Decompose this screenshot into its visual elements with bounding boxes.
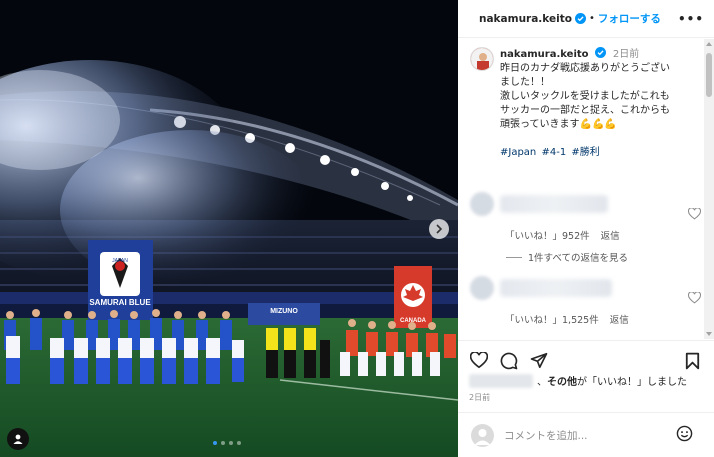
bookmark-icon[interactable] [685, 352, 700, 370]
user-tag-icon [13, 434, 23, 444]
post-timestamp[interactable]: 2日前 [469, 392, 490, 403]
carousel-indicator [213, 441, 241, 445]
likes-suffix: が「いいね！」しました [577, 377, 687, 388]
blurred-liker-name[interactable] [469, 373, 533, 388]
carousel-dot [221, 441, 225, 445]
view-replies-button[interactable]: 1件すべての返信を見る [506, 250, 628, 264]
add-comment-bar: コメントを追加... [458, 412, 714, 457]
comment-meta: 「いいね！」1,525件 返信 [505, 312, 637, 326]
post-header: nakamura.keito • フォローする ••• [458, 0, 714, 38]
commenter-avatar[interactable] [470, 276, 494, 300]
verified-badge-icon [574, 13, 586, 24]
like-comment-icon[interactable] [688, 292, 701, 304]
reply-button[interactable]: 返信 [610, 315, 629, 326]
more-options-button[interactable]: ••• [678, 12, 704, 26]
post-photo[interactable]: SAMURAI BLUE JAPAN CANADA MIZUNO [0, 0, 458, 457]
caption-text-line: 昨日のカナダ戦応援ありがとうござい [500, 63, 670, 74]
caption-time: 2日前 [612, 49, 640, 60]
commenter-avatar[interactable] [470, 192, 494, 216]
hashtag-link[interactable]: #勝利 [571, 147, 599, 158]
tagged-users-button[interactable] [7, 428, 29, 450]
blurred-comment-text [500, 279, 612, 297]
like-comment-icon[interactable] [688, 208, 701, 220]
scroll-up-arrow[interactable] [706, 42, 712, 46]
comment-icon[interactable] [500, 352, 518, 370]
caption-text-line: サッカーの一部だと捉え、これからも [500, 105, 670, 116]
avatar-photo-icon [471, 48, 493, 70]
like-icon[interactable] [470, 352, 488, 369]
comment-likes[interactable]: 「いいね！」1,525件 [505, 315, 599, 326]
header-separator: • [588, 13, 595, 24]
comment-likes[interactable]: 「いいね！」952件 [505, 231, 590, 242]
hashtag-link[interactable]: #4-1 [541, 147, 566, 158]
hashtag-list: #Japan #4-1 #勝利 [500, 146, 702, 160]
comment-input[interactable]: コメントを追加... [504, 428, 588, 443]
caption-text-line: 激しいタックルを受けましたがこれも [500, 91, 670, 102]
chevron-right-icon [436, 224, 443, 234]
my-avatar [471, 424, 494, 447]
header-username[interactable]: nakamura.keito [479, 13, 572, 25]
comments-scrollbar[interactable] [704, 39, 714, 339]
caption-text-line: 頑張っていきます💪💪💪 [500, 119, 617, 130]
svg-text:SAMURAI BLUE: SAMURAI BLUE [89, 298, 151, 307]
reply-button[interactable]: 返信 [601, 231, 620, 242]
caption-text-line: ました！！ [500, 77, 550, 88]
carousel-dot [237, 441, 241, 445]
comment-meta: 「いいね！」952件 返信 [505, 228, 628, 242]
default-avatar-icon [474, 429, 491, 445]
caption-username[interactable]: nakamura.keito [500, 49, 589, 60]
stadium-photo: SAMURAI BLUE JAPAN CANADA MIZUNO [0, 0, 458, 457]
carousel-dot [229, 441, 233, 445]
author-avatar[interactable] [470, 47, 494, 71]
follow-button[interactable]: フォローする [598, 11, 661, 26]
hashtag-link[interactable]: #Japan [500, 147, 536, 158]
next-image-button[interactable] [429, 219, 449, 239]
share-icon[interactable] [530, 352, 548, 369]
likes-others-link[interactable]: その他 [547, 373, 577, 388]
scroll-thumb[interactable] [706, 53, 712, 97]
svg-text:JAPAN: JAPAN [112, 258, 128, 264]
blurred-comment-text [500, 195, 608, 213]
svg-text:MIZUNO: MIZUNO [270, 308, 298, 315]
emoji-icon[interactable] [676, 425, 693, 442]
post-panel: nakamura.keito • フォローする ••• nakamura.kei… [458, 0, 714, 457]
likes-prefix: 、 [537, 377, 547, 388]
likes-summary: 、 その他 が「いいね！」しました [469, 373, 687, 388]
carousel-dot [213, 441, 217, 445]
verified-badge-icon [594, 47, 606, 58]
comments-section[interactable]: nakamura.keito 2日前 昨日のカナダ戦応援ありがとうござい ました… [458, 39, 704, 339]
scroll-down-arrow[interactable] [706, 332, 712, 336]
